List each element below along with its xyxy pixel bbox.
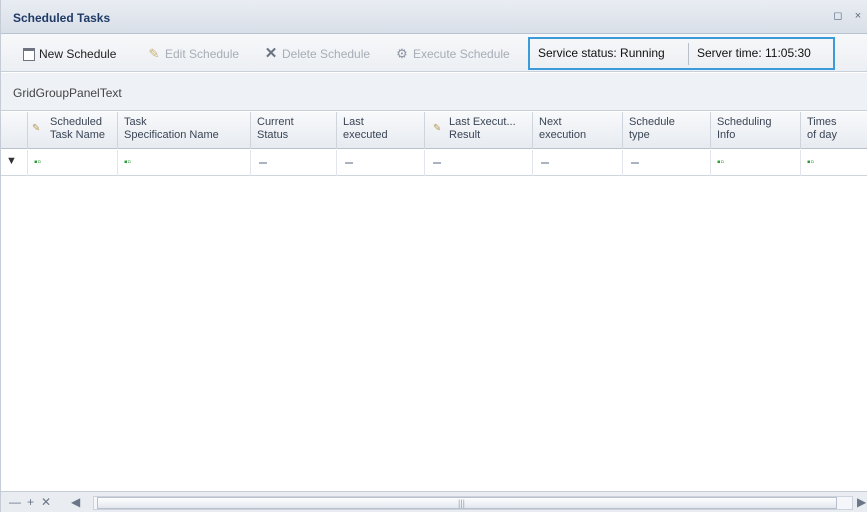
edit-schedule-label: Edit Schedule (165, 47, 240, 61)
panel-title: Scheduled Tasks (13, 11, 111, 25)
nav-add-button[interactable]: + (27, 495, 34, 509)
nav-delete-button[interactable]: ✕ (41, 495, 51, 509)
header-line1: Last Execut... (449, 116, 516, 128)
delete-x-icon: ✕ (264, 45, 278, 62)
header-line2: Result (449, 129, 481, 141)
filter-dash-icon (541, 162, 549, 164)
delete-schedule-button[interactable]: ✕ Delete Schedule (264, 46, 370, 62)
server-time-text: Server time: 11:05:30 (697, 46, 811, 60)
restore-icon[interactable]: ◻ (831, 9, 845, 23)
auto-filter-row: ▼ ▪▫ ▪▫ ▪▫ ▪▫ (1, 150, 867, 176)
pencil-icon: ✎ (148, 46, 160, 61)
nav-first-button[interactable]: — (9, 495, 21, 509)
header-line1: Task (124, 116, 147, 128)
filter-cell-schedule-type[interactable] (623, 150, 711, 176)
header-line2: Specification Name (124, 129, 219, 141)
header-line1: Scheduled (50, 116, 102, 128)
new-schedule-label: New Schedule (39, 47, 117, 61)
filter-cell-next-execution[interactable] (533, 150, 623, 176)
new-document-icon (23, 47, 35, 61)
execute-schedule-button[interactable]: ⚙ Execute Schedule (395, 46, 510, 62)
filter-condition-icon: ▪▫ (34, 157, 42, 168)
group-panel-text: GridGroupPanelText (13, 86, 122, 100)
title-bar: Scheduled Tasks ◻ × (1, 0, 867, 34)
filter-cell-task-specification-name[interactable]: ▪▫ (118, 150, 251, 176)
filter-cell-current-status[interactable] (251, 150, 337, 176)
edit-schedule-button[interactable]: ✎ Edit Schedule (147, 46, 240, 62)
filter-row-indicator: ▼ (1, 150, 28, 176)
filter-cell-scheduled-task-name[interactable]: ▪▫ (28, 150, 118, 176)
filter-condition-icon: ▪▫ (124, 157, 132, 168)
header-line2: executed (343, 129, 388, 141)
status-separator (688, 43, 689, 65)
column-header-schedule-type[interactable]: Schedule type (623, 112, 711, 149)
filter-dash-icon (345, 162, 353, 164)
grid-header: ✎ Scheduled Task Name Task Specification… (1, 112, 867, 149)
header-line2: execution (539, 129, 587, 141)
filter-condition-icon: ▪▫ (717, 157, 725, 168)
scroll-left-arrow-icon[interactable]: ◀ (71, 495, 80, 509)
scroll-right-arrow-icon[interactable]: ▶ (857, 495, 866, 509)
column-header-times-of-day[interactable]: Times of day (801, 112, 867, 149)
new-schedule-button[interactable]: New Schedule (23, 46, 116, 62)
column-header-scheduled-task-name[interactable]: ✎ Scheduled Task Name (28, 112, 118, 149)
editable-pencil-icon: ✎ (32, 123, 41, 134)
column-header-next-execution[interactable]: Next execution (533, 112, 623, 149)
filter-dash-icon (259, 162, 267, 164)
horizontal-scroll-thumb[interactable]: ||| (97, 497, 837, 509)
header-line2: Task Name (50, 129, 106, 141)
group-panel[interactable]: GridGroupPanelText (1, 73, 867, 111)
close-icon[interactable]: × (851, 9, 865, 23)
filter-cell-last-executed[interactable] (337, 150, 425, 176)
column-header-last-executed[interactable]: Last executed (337, 112, 425, 149)
filter-cell-scheduling-info[interactable]: ▪▫ (711, 150, 801, 176)
row-indicator-header (1, 112, 28, 149)
filter-dash-icon (433, 162, 441, 164)
filter-condition-icon: ▪▫ (807, 157, 815, 168)
header-line2: of day (807, 129, 837, 141)
navigator-and-horizontal-scrollbar: — + ✕ ◀ ||| ▶ (1, 491, 867, 512)
column-header-last-execution-result[interactable]: ✎ Last Execut... Result (425, 112, 533, 149)
header-line1: Schedule (629, 116, 675, 128)
column-header-current-status[interactable]: Current Status (251, 112, 337, 149)
execute-schedule-label: Execute Schedule (413, 47, 510, 61)
header-line1: Current (257, 116, 294, 128)
execute-icon: ⚙ (396, 46, 408, 61)
header-line1: Next (539, 116, 562, 128)
filter-cell-times-of-day[interactable]: ▪▫ (801, 150, 867, 176)
grid-body[interactable] (1, 177, 867, 490)
header-line1: Scheduling (717, 116, 772, 128)
column-header-task-specification-name[interactable]: Task Specification Name (118, 112, 251, 149)
header-line1: Times (807, 116, 837, 128)
column-header-scheduling-info[interactable]: Scheduling Info (711, 112, 801, 149)
editable-pencil-icon: ✎ (433, 123, 442, 134)
filter-dash-icon (631, 162, 639, 164)
filter-cell-last-execution-result[interactable] (425, 150, 533, 176)
grip-icon: ||| (458, 498, 466, 508)
header-line1: Last (343, 116, 364, 128)
funnel-icon: ▼ (6, 155, 17, 167)
scheduled-tasks-panel: Scheduled Tasks ◻ × New Schedule ✎ Edit … (0, 0, 867, 512)
header-line2: Info (717, 129, 736, 141)
header-line2: type (629, 129, 650, 141)
service-status-text: Service status: Running (538, 46, 665, 60)
delete-schedule-label: Delete Schedule (282, 47, 371, 61)
header-line2: Status (257, 129, 289, 141)
